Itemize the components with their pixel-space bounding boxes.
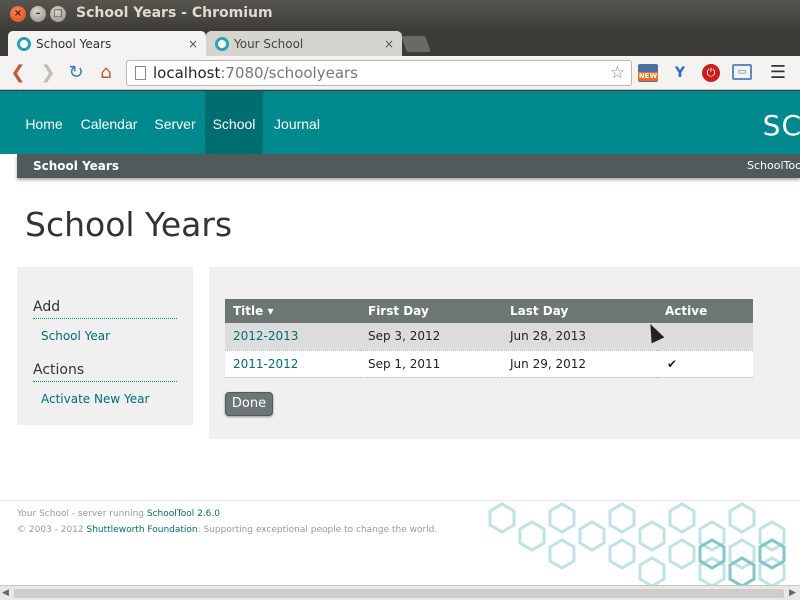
tab-close-icon[interactable]: × — [384, 31, 394, 57]
sub-navbar-breadcrumb[interactable]: SchoolToo — [747, 154, 800, 178]
scrollbar-thumb[interactable] — [14, 589, 784, 598]
browser-toolbar: ❮ ❯ ↻ ⌂ localhost:7080/schoolyears ☆ NEW… — [0, 56, 800, 90]
footer-schooltool-link[interactable]: SchoolTool 2.6.0 — [147, 509, 220, 519]
new-tab-button[interactable] — [401, 36, 431, 52]
cell-first-day: Sep 1, 2011 — [360, 350, 502, 378]
main-navbar: Home Calendar Server School Journal SC — [0, 91, 800, 154]
cell-title: 2011-2012 — [225, 350, 360, 378]
sidebar: Add School Year Actions Activate New Yea… — [17, 267, 193, 425]
nav-server[interactable]: Server — [145, 91, 205, 154]
address-bar[interactable]: localhost:7080/schoolyears ☆ — [126, 60, 632, 86]
extension-stop-icon[interactable]: ⏻ — [702, 64, 720, 82]
page-title: School Years — [25, 205, 233, 244]
footer-server-line: Your School - server running SchoolTool … — [17, 509, 220, 519]
page-icon — [135, 66, 146, 80]
table-row[interactable]: 2012-2013 Sep 3, 2012 Jun 28, 2013 — [225, 323, 753, 351]
bookmark-star-icon[interactable]: ☆ — [610, 61, 625, 85]
tab-your-school[interactable]: Your School × — [206, 31, 402, 57]
window-minimize-icon[interactable]: – — [30, 6, 46, 22]
content-panel: Title ▾ First Day Last Day Active 2012-2… — [209, 267, 800, 439]
window-close-icon[interactable]: × — [10, 6, 26, 22]
sidebar-link-school-year[interactable]: School Year — [41, 329, 110, 343]
footer-server-text: Your School - server running — [17, 509, 147, 519]
cell-last-day: Jun 28, 2013 — [502, 323, 657, 351]
menu-icon[interactable]: ☰ — [768, 64, 788, 82]
nav-journal[interactable]: Journal — [263, 91, 331, 154]
tab-strip: School Years × Your School × — [0, 28, 800, 57]
reload-icon[interactable]: ↻ — [66, 63, 86, 83]
window-titlebar: × – □ School Years - Chromium — [0, 0, 800, 28]
cell-active — [657, 323, 753, 351]
done-button[interactable]: Done — [225, 392, 273, 416]
sub-navbar: School Years SchoolToo — [17, 154, 800, 178]
footer-tagline: : Supporting exceptional people to chang… — [197, 525, 438, 535]
school-year-link[interactable]: 2011-2012 — [233, 357, 298, 371]
table-header-row: Title ▾ First Day Last Day Active — [225, 299, 753, 323]
scroll-left-icon[interactable]: ◀ — [2, 588, 9, 598]
tab-close-icon[interactable]: × — [188, 31, 198, 57]
column-header-first-day: First Day — [360, 299, 502, 323]
forward-icon[interactable]: ❯ — [38, 63, 58, 83]
footer-copyright-line: © 2003 - 2012 Shuttleworth Foundation: S… — [17, 525, 437, 535]
column-header-last-day: Last Day — [502, 299, 657, 323]
sidebar-heading-add: Add — [33, 299, 177, 319]
window-maximize-icon[interactable]: □ — [50, 6, 66, 22]
home-icon[interactable]: ⌂ — [96, 63, 116, 83]
scroll-right-icon[interactable]: ▶ — [789, 588, 796, 598]
url-path: :7080/schoolyears — [220, 64, 358, 82]
back-icon[interactable]: ❮ — [8, 63, 28, 83]
column-header-title[interactable]: Title ▾ — [225, 299, 360, 323]
sidebar-heading-actions: Actions — [33, 362, 177, 382]
footer-copyright-text: © 2003 - 2012 — [17, 525, 87, 535]
cell-first-day: Sep 3, 2012 — [360, 323, 502, 351]
nav-school[interactable]: School — [205, 91, 263, 154]
nav-calendar[interactable]: Calendar — [73, 91, 145, 154]
window-title: School Years - Chromium — [76, 5, 273, 21]
tab-school-years[interactable]: School Years × — [8, 31, 206, 57]
sub-navbar-title[interactable]: School Years — [33, 154, 119, 178]
extension-y-icon[interactable]: Y — [670, 64, 690, 82]
active-check-icon: ✔ — [667, 356, 678, 371]
url-host: localhost — [153, 64, 221, 82]
page-viewport: Home Calendar Server School Journal SC S… — [0, 91, 800, 585]
extension-new-icon[interactable]: NEW — [638, 64, 658, 82]
cell-title: 2012-2013 — [225, 323, 360, 351]
table-row[interactable]: 2011-2012 Sep 1, 2011 Jun 29, 2012 ✔ — [225, 350, 753, 378]
nav-home[interactable]: Home — [15, 91, 73, 154]
school-years-table: Title ▾ First Day Last Day Active 2012-2… — [225, 299, 753, 378]
brand-logo: SC — [762, 109, 800, 142]
tab-label: Your School — [234, 37, 304, 51]
column-header-active: Active — [657, 299, 753, 323]
cell-last-day: Jun 29, 2012 — [502, 350, 657, 378]
tab-label: School Years — [36, 37, 112, 51]
page-footer: Your School - server running SchoolTool … — [0, 500, 800, 585]
extension-screen-icon[interactable]: ▭ — [732, 64, 752, 80]
cell-active: ✔ — [657, 350, 753, 378]
schooltool-favicon-icon — [215, 37, 229, 51]
sidebar-link-activate-new-year[interactable]: Activate New Year — [41, 392, 149, 406]
schooltool-favicon-icon — [17, 37, 31, 51]
footer-foundation-link[interactable]: Shuttleworth Foundation — [87, 525, 198, 535]
school-year-link[interactable]: 2012-2013 — [233, 329, 298, 343]
hexagon-pattern-decoration — [488, 502, 786, 585]
horizontal-scrollbar[interactable]: ◀ ▶ — [0, 585, 800, 600]
extension-new-label: NEW — [638, 72, 658, 81]
